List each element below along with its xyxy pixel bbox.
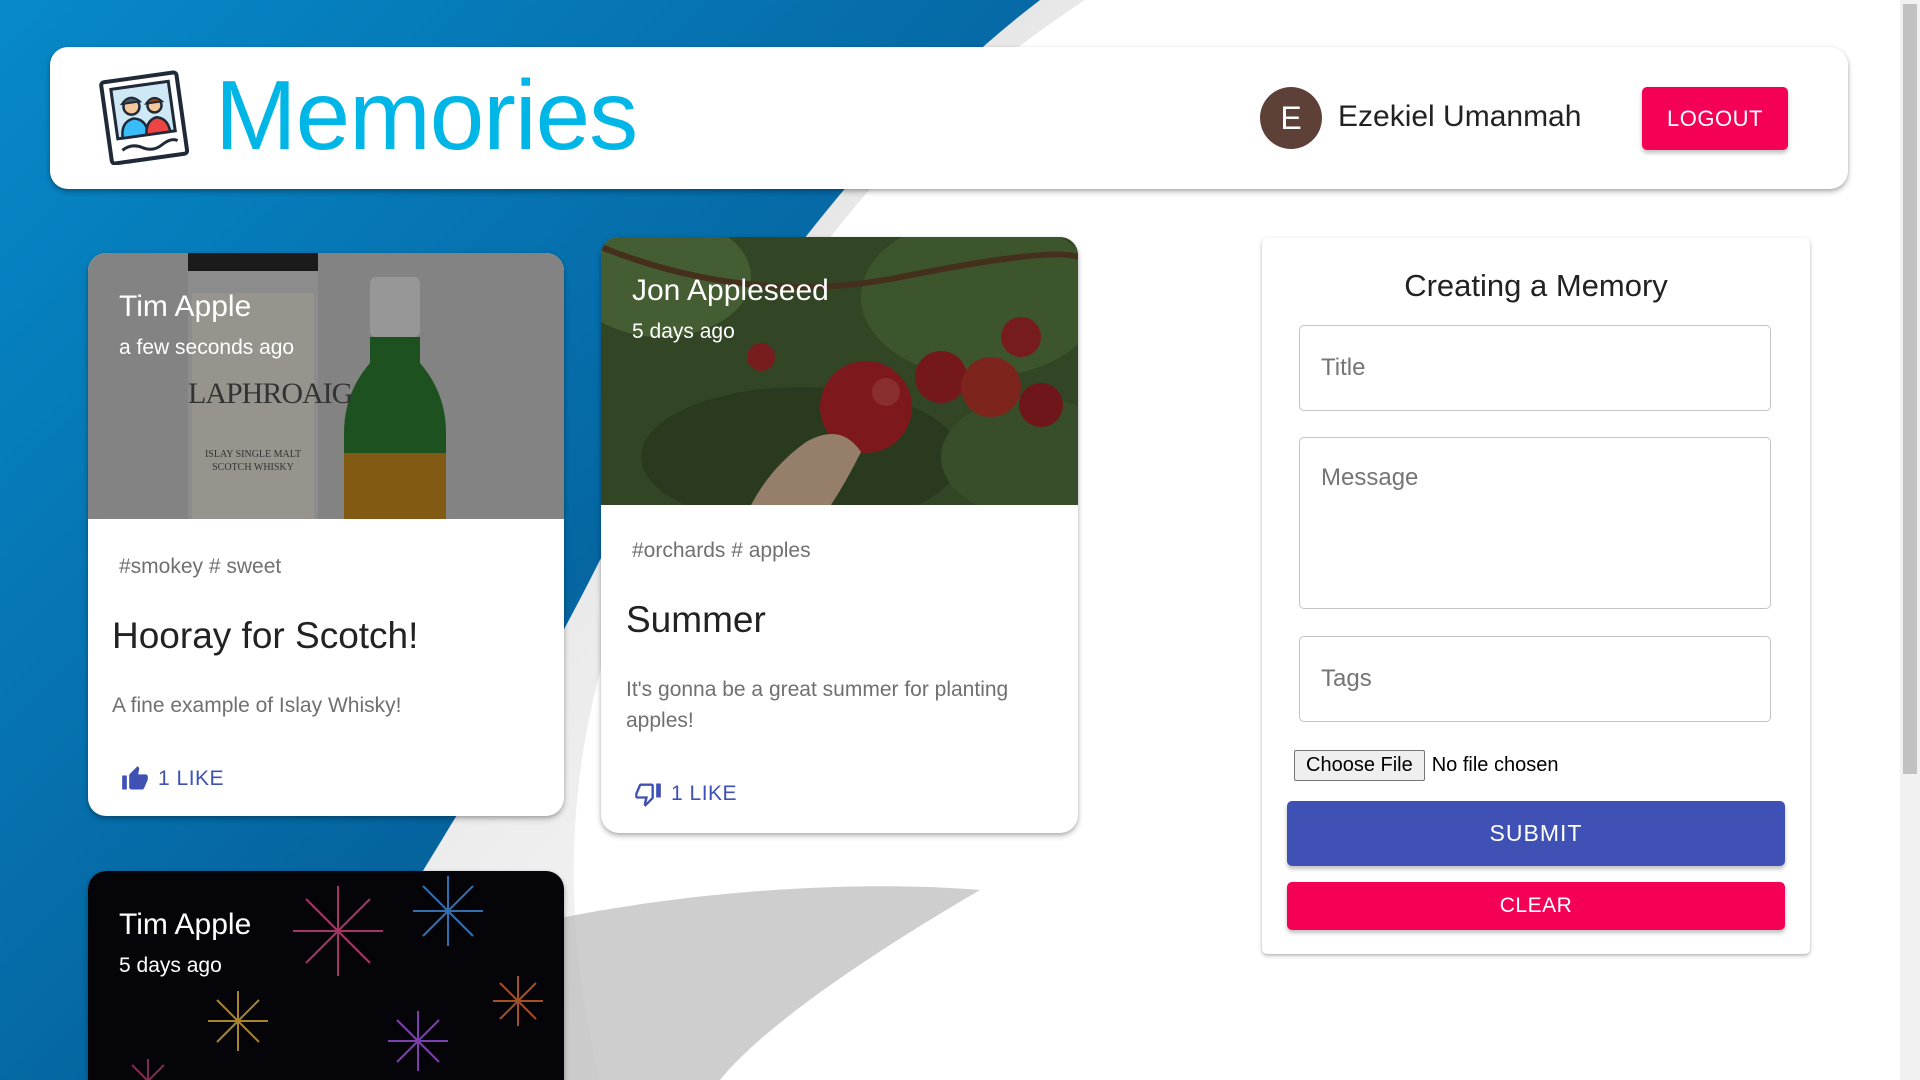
create-memory-form: Creating a Memory Choose File No file ch… xyxy=(1262,238,1810,954)
scrollbar-thumb[interactable] xyxy=(1903,4,1917,774)
memories-app-page: Memories E Ezekiel Umanmah LOGOUT LAPHRO… xyxy=(0,0,1920,1080)
photo-frame-icon xyxy=(99,70,190,165)
post-card: LAPHROAIG ISLAY SINGLE MALT SCOTCH WHISK… xyxy=(88,253,564,816)
title-input[interactable] xyxy=(1299,325,1771,411)
message-textarea[interactable] xyxy=(1299,437,1771,609)
post-tags: #smokey # sweet xyxy=(119,555,282,578)
post-card: Tim Apple 5 days ago xyxy=(88,871,564,1080)
user-avatar: E xyxy=(1260,87,1322,149)
post-title: Summer xyxy=(626,599,766,640)
post-image: Jon Appleseed 5 days ago xyxy=(601,237,1078,505)
file-status-text: No file chosen xyxy=(1431,754,1559,776)
form-title: Creating a Memory xyxy=(1404,268,1668,303)
bottle-label-brand: LAPHROAIG xyxy=(188,377,353,410)
clear-button[interactable]: CLEAR xyxy=(1287,882,1785,930)
post-image: LAPHROAIG ISLAY SINGLE MALT SCOTCH WHISK… xyxy=(88,253,564,519)
post-image: Tim Apple 5 days ago xyxy=(88,871,564,1080)
post-title: Hooray for Scotch! xyxy=(112,615,419,656)
submit-button[interactable]: SUBMIT xyxy=(1287,801,1785,866)
like-count-label: 1 LIKE xyxy=(671,782,738,805)
tags-input[interactable] xyxy=(1299,636,1771,722)
app-bar: Memories E Ezekiel Umanmah LOGOUT xyxy=(50,47,1848,189)
like-button[interactable]: 1 LIKE xyxy=(633,780,737,808)
like-count-label: 1 LIKE xyxy=(158,767,225,790)
vertical-scrollbar[interactable] xyxy=(1900,0,1920,1080)
bottle-label-line1: ISLAY SINGLE MALT xyxy=(204,449,302,460)
user-name: Ezekiel Umanmah xyxy=(1338,100,1582,133)
post-time: 5 days ago xyxy=(632,320,735,343)
post-author: Tim Apple xyxy=(119,290,252,323)
choose-file-button[interactable]: Choose File xyxy=(1294,750,1425,781)
post-message: It's gonna be a great summer for plantin… xyxy=(626,678,1009,732)
brand-title[interactable]: Memories xyxy=(215,65,638,165)
post-card: Jon Appleseed 5 days ago #orchards # app… xyxy=(601,237,1078,833)
thumb-down-outline-icon xyxy=(635,783,661,807)
post-tags: #orchards # apples xyxy=(632,539,811,562)
post-message: A fine example of Islay Whisky! xyxy=(112,694,402,717)
post-author: Tim Apple xyxy=(119,908,252,941)
post-time: a few seconds ago xyxy=(119,336,295,359)
bottle-label-line2: SCOTCH WHISKY xyxy=(212,462,294,473)
like-button[interactable]: 1 LIKE xyxy=(120,765,224,793)
post-time: 5 days ago xyxy=(119,954,222,977)
post-author: Jon Appleseed xyxy=(632,274,829,307)
logout-button[interactable]: LOGOUT xyxy=(1642,87,1788,150)
file-upload: Choose File No file chosen xyxy=(1294,750,1558,781)
thumb-up-filled-icon xyxy=(122,766,148,790)
